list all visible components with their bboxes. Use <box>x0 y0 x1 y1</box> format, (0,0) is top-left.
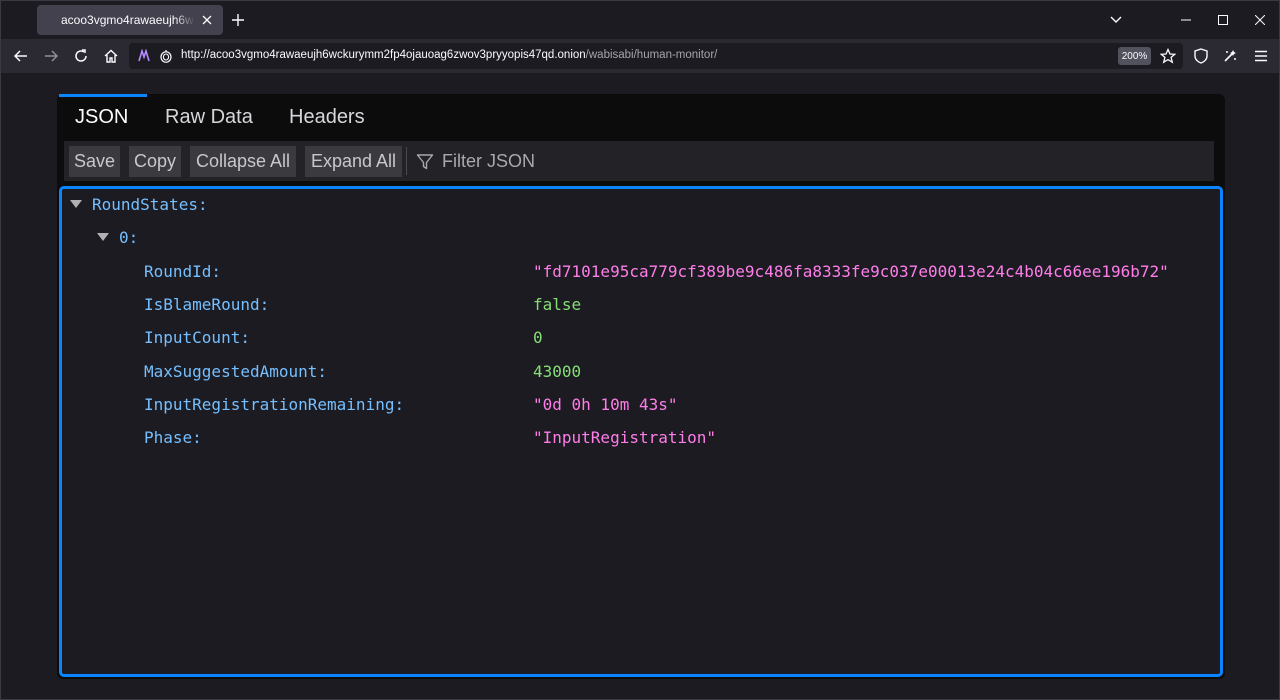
url-text[interactable]: http://acoo3vgmo4rawaeujh6wckurymm2fp4oj… <box>181 49 717 61</box>
json-value: 43000 <box>533 361 582 381</box>
json-key: InputCount: <box>144 327 250 347</box>
home-icon[interactable] <box>101 46 121 66</box>
json-key: Phase: <box>144 427 202 447</box>
tree-row-index-0[interactable]: 0: <box>97 226 138 248</box>
tree-row-inputregistrationremaining[interactable]: InputRegistrationRemaining: "0d 0h 10m 4… <box>144 393 1214 415</box>
nav-bar: http://acoo3vgmo4rawaeujh6wckurymm2fp4oj… <box>1 39 1279 73</box>
tab-raw-data[interactable]: Raw Data <box>165 94 253 141</box>
tab-json[interactable]: JSON <box>59 94 147 141</box>
json-value: "0d 0h 10m 43s" <box>533 394 678 414</box>
tab-headers[interactable]: Headers <box>289 94 365 141</box>
json-value: 0 <box>533 327 543 347</box>
menu-icon[interactable] <box>1251 46 1271 66</box>
tab-close-icon[interactable] <box>199 12 215 28</box>
tab-strip: acoo3vgmo4rawaeujh6wckurymm2fp4ojauoag6z… <box>1 1 1279 39</box>
json-key: 0: <box>119 227 139 247</box>
browser-window: acoo3vgmo4rawaeujh6wckurymm2fp4ojauoag6z… <box>0 0 1280 700</box>
expand-all-button[interactable]: Expand All <box>305 146 402 177</box>
maximize-icon[interactable] <box>1214 11 1232 29</box>
list-all-tabs-icon[interactable] <box>1107 11 1125 29</box>
zoom-badge[interactable]: 200% <box>1118 47 1151 65</box>
tree-row-maxsuggestedamount[interactable]: MaxSuggestedAmount: 43000 <box>144 360 1214 382</box>
json-viewer: JSON Raw Data Headers Save Copy Collapse… <box>57 94 1225 679</box>
onion-lock-icon[interactable] <box>157 47 175 65</box>
expand-arrow-icon[interactable] <box>70 200 82 208</box>
toolbar-divider <box>406 147 407 175</box>
expand-arrow-icon[interactable] <box>97 233 109 241</box>
json-tree: RoundStates: 0: RoundId: "fd7101e95ca779… <box>59 186 1223 677</box>
json-key: InputRegistrationRemaining: <box>144 394 405 414</box>
filter-placeholder: Filter JSON <box>442 151 536 171</box>
new-identity-icon[interactable] <box>1220 46 1240 66</box>
close-window-icon[interactable] <box>1251 11 1269 29</box>
json-value: false <box>533 294 582 314</box>
new-tab-icon[interactable] <box>229 11 247 29</box>
filter-json-input[interactable]: Filter JSON <box>416 146 535 177</box>
tree-row-roundid[interactable]: RoundId: "fd7101e95ca779cf389be9c486fa83… <box>144 260 1214 282</box>
json-value: "InputRegistration" <box>533 427 717 447</box>
minimize-icon[interactable] <box>1177 11 1195 29</box>
json-value: "fd7101e95ca779cf389be9c486fa8333fe9c037… <box>533 261 1169 281</box>
tab-title: acoo3vgmo4rawaeujh6wckurymm2fp4ojauoag6z… <box>61 13 195 27</box>
url-path: /wabisabi/human-monitor/ <box>585 49 718 61</box>
copy-button[interactable]: Copy <box>129 146 181 177</box>
forward-icon[interactable] <box>41 46 61 66</box>
onion-circuit-icon[interactable] <box>135 47 153 65</box>
shield-icon[interactable] <box>1191 46 1211 66</box>
save-button[interactable]: Save <box>69 146 120 177</box>
tree-row-inputcount[interactable]: InputCount: 0 <box>144 326 1214 348</box>
tree-row-phase[interactable]: Phase: "InputRegistration" <box>144 426 1214 448</box>
json-key: RoundId: <box>144 261 222 281</box>
tree-row-roundstates[interactable]: RoundStates: <box>70 193 208 215</box>
url-host: http://acoo3vgmo4rawaeujh6wckurymm2fp4oj… <box>181 49 586 61</box>
filter-icon <box>416 153 434 169</box>
json-key: IsBlameRound: <box>144 294 270 314</box>
browser-tab[interactable]: acoo3vgmo4rawaeujh6wckurymm2fp4ojauoag6z… <box>37 5 223 35</box>
url-bar[interactable]: http://acoo3vgmo4rawaeujh6wckurymm2fp4oj… <box>129 43 1183 69</box>
viewer-tabs: JSON Raw Data Headers <box>57 94 1225 141</box>
tree-row-isblameround[interactable]: IsBlameRound: false <box>144 293 1214 315</box>
collapse-all-button[interactable]: Collapse All <box>190 146 296 177</box>
json-toolbar: Save Copy Collapse All Expand All Filter… <box>64 141 1214 181</box>
json-key: MaxSuggestedAmount: <box>144 361 328 381</box>
json-key: RoundStates: <box>92 194 208 214</box>
bookmark-star-icon[interactable] <box>1159 47 1177 65</box>
reload-icon[interactable] <box>71 46 91 66</box>
back-icon[interactable] <box>11 46 31 66</box>
